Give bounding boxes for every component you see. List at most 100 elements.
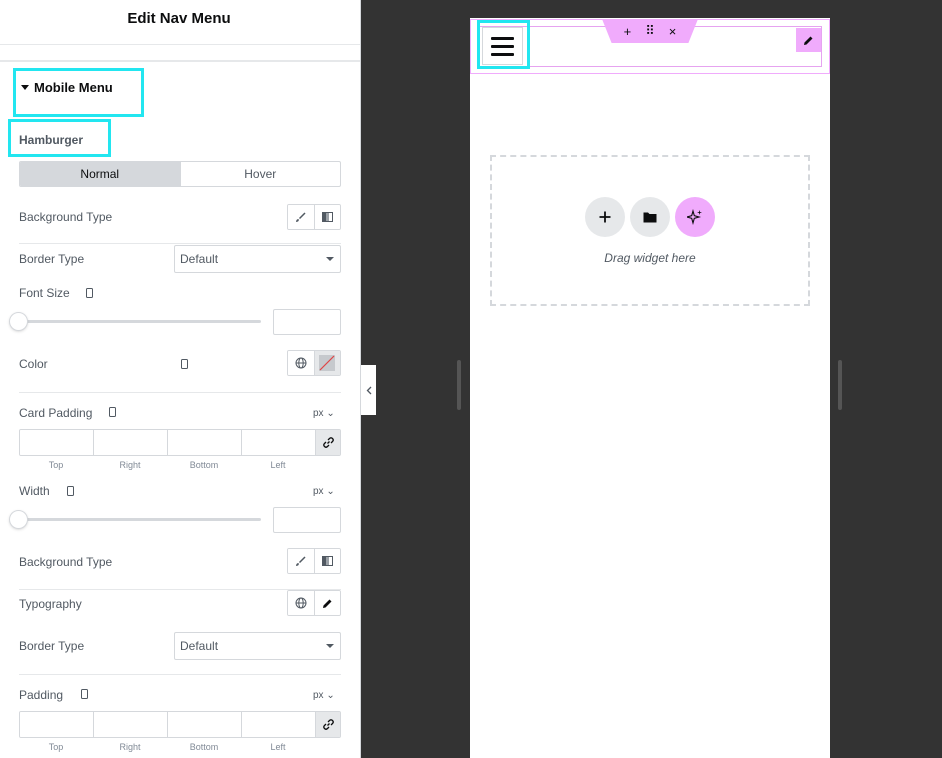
typography-label: Typography	[19, 597, 82, 611]
padding-bottom-input[interactable]	[168, 712, 242, 737]
font-size-label: Font Size	[19, 286, 70, 300]
hamburger-line	[491, 44, 514, 48]
drag-handle-icon[interactable]: ⠿	[645, 23, 655, 39]
mobile-device-icon[interactable]	[67, 486, 74, 496]
link-values-button[interactable]	[316, 430, 340, 455]
padding-right-input[interactable]	[94, 712, 168, 737]
subsection-heading-hamburger: Hamburger	[8, 119, 111, 157]
dim-label-top: Top	[48, 742, 64, 752]
subsection-title: Hamburger	[19, 133, 84, 147]
dim-label-top: Top	[48, 460, 64, 470]
unit-selector[interactable]: px ⌄	[313, 690, 335, 701]
chevron-down-icon	[326, 257, 334, 261]
font-size-slider-track[interactable]	[19, 320, 261, 323]
edit-widget-button[interactable]	[796, 28, 821, 52]
add-icon[interactable]: +	[624, 24, 632, 39]
no-color-icon	[319, 355, 336, 371]
unit-label: px	[313, 690, 324, 701]
unit-label: px	[313, 408, 324, 419]
preview-frame	[470, 18, 830, 758]
border-type-value: Default	[180, 252, 219, 266]
sparkle-icon	[687, 209, 702, 225]
mobile-device-icon[interactable]	[86, 288, 93, 298]
card-padding-dimensions	[19, 429, 341, 456]
classic-brush-button[interactable]	[288, 549, 315, 573]
resize-handle-left[interactable]	[457, 360, 461, 410]
panel-title: Edit Nav Menu	[127, 9, 231, 27]
typography-controls	[287, 590, 341, 616]
panel-header: Edit Nav Menu	[0, 0, 360, 45]
state-tabs: Normal Hover	[19, 161, 341, 187]
caret-down-icon	[21, 85, 29, 90]
dim-label-left: Left	[270, 460, 286, 470]
unit-selector[interactable]: px ⌄	[313, 408, 335, 419]
global-colors-button[interactable]	[288, 351, 315, 375]
card-padding-label: Card Padding	[19, 406, 93, 420]
chevron-left-icon	[366, 386, 371, 394]
dim-label-bottom: Bottom	[189, 460, 219, 470]
dim-label-bottom: Bottom	[189, 742, 219, 752]
padding-bottom-input[interactable]	[168, 430, 242, 455]
add-element-button[interactable]	[585, 197, 625, 237]
pencil-icon	[322, 599, 332, 608]
add-template-button[interactable]	[630, 197, 670, 237]
padding-left-input[interactable]	[242, 712, 316, 737]
padding-right-input[interactable]	[94, 430, 168, 455]
divider	[19, 674, 341, 675]
gradient-button[interactable]	[314, 549, 340, 573]
unit-selector[interactable]: px ⌄	[313, 486, 335, 497]
dimension-labels: Top Right Bottom Left	[19, 460, 315, 470]
global-fonts-button[interactable]	[288, 591, 315, 615]
close-icon[interactable]: ×	[669, 24, 677, 39]
tab-hover[interactable]: Hover	[181, 162, 341, 186]
brush-icon	[296, 211, 306, 222]
globe-icon	[295, 357, 307, 369]
classic-brush-button[interactable]	[288, 205, 315, 229]
divider	[19, 243, 341, 244]
mobile-device-icon[interactable]	[81, 689, 88, 699]
ai-generate-button[interactable]	[675, 197, 715, 237]
color-label: Color	[19, 357, 48, 371]
border-type-label: Border Type	[19, 639, 85, 653]
container-toolbar: + ⠿ ×	[602, 19, 698, 43]
chevron-down-icon	[326, 644, 334, 648]
edit-typography-button[interactable]	[314, 591, 340, 615]
font-size-slider-handle[interactable]	[10, 313, 27, 330]
dim-label-right: Right	[119, 460, 141, 470]
width-input[interactable]	[273, 507, 341, 533]
background-type-label: Background Type	[19, 210, 113, 224]
pencil-icon	[804, 36, 813, 45]
link-icon	[322, 719, 334, 730]
dim-label-right: Right	[119, 742, 141, 752]
mobile-device-icon[interactable]	[181, 359, 188, 369]
width-slider-track[interactable]	[19, 518, 261, 521]
section-toggle-mobile-menu[interactable]: Mobile Menu	[13, 68, 144, 117]
padding-top-input[interactable]	[20, 712, 94, 737]
mobile-device-icon[interactable]	[109, 407, 116, 417]
padding-top-input[interactable]	[20, 430, 94, 455]
tab-normal[interactable]: Normal	[20, 162, 181, 186]
background-type-choices	[287, 548, 341, 574]
resize-handle-right[interactable]	[838, 360, 842, 410]
folder-icon	[643, 212, 657, 223]
link-values-button[interactable]	[316, 712, 340, 737]
gradient-button[interactable]	[314, 205, 340, 229]
gradient-icon	[321, 212, 333, 222]
gradient-icon	[321, 556, 333, 566]
hamburger-toggle[interactable]	[482, 27, 523, 65]
divider	[19, 392, 341, 393]
border-type-label: Border Type	[19, 252, 85, 266]
background-type-label: Background Type	[19, 555, 113, 569]
font-size-input[interactable]	[273, 309, 341, 335]
border-type-value: Default	[180, 639, 219, 653]
border-type-select[interactable]: Default	[174, 245, 341, 273]
collapse-panel-button[interactable]	[361, 365, 376, 415]
padding-label: Padding	[19, 688, 64, 702]
color-picker-swatch[interactable]	[314, 351, 340, 375]
border-type-select[interactable]: Default	[174, 632, 341, 660]
padding-left-input[interactable]	[242, 430, 316, 455]
width-slider-handle[interactable]	[10, 511, 27, 528]
link-icon	[322, 437, 334, 448]
drag-widget-hint: Drag widget here	[604, 251, 696, 265]
unit-label: px	[313, 486, 324, 497]
